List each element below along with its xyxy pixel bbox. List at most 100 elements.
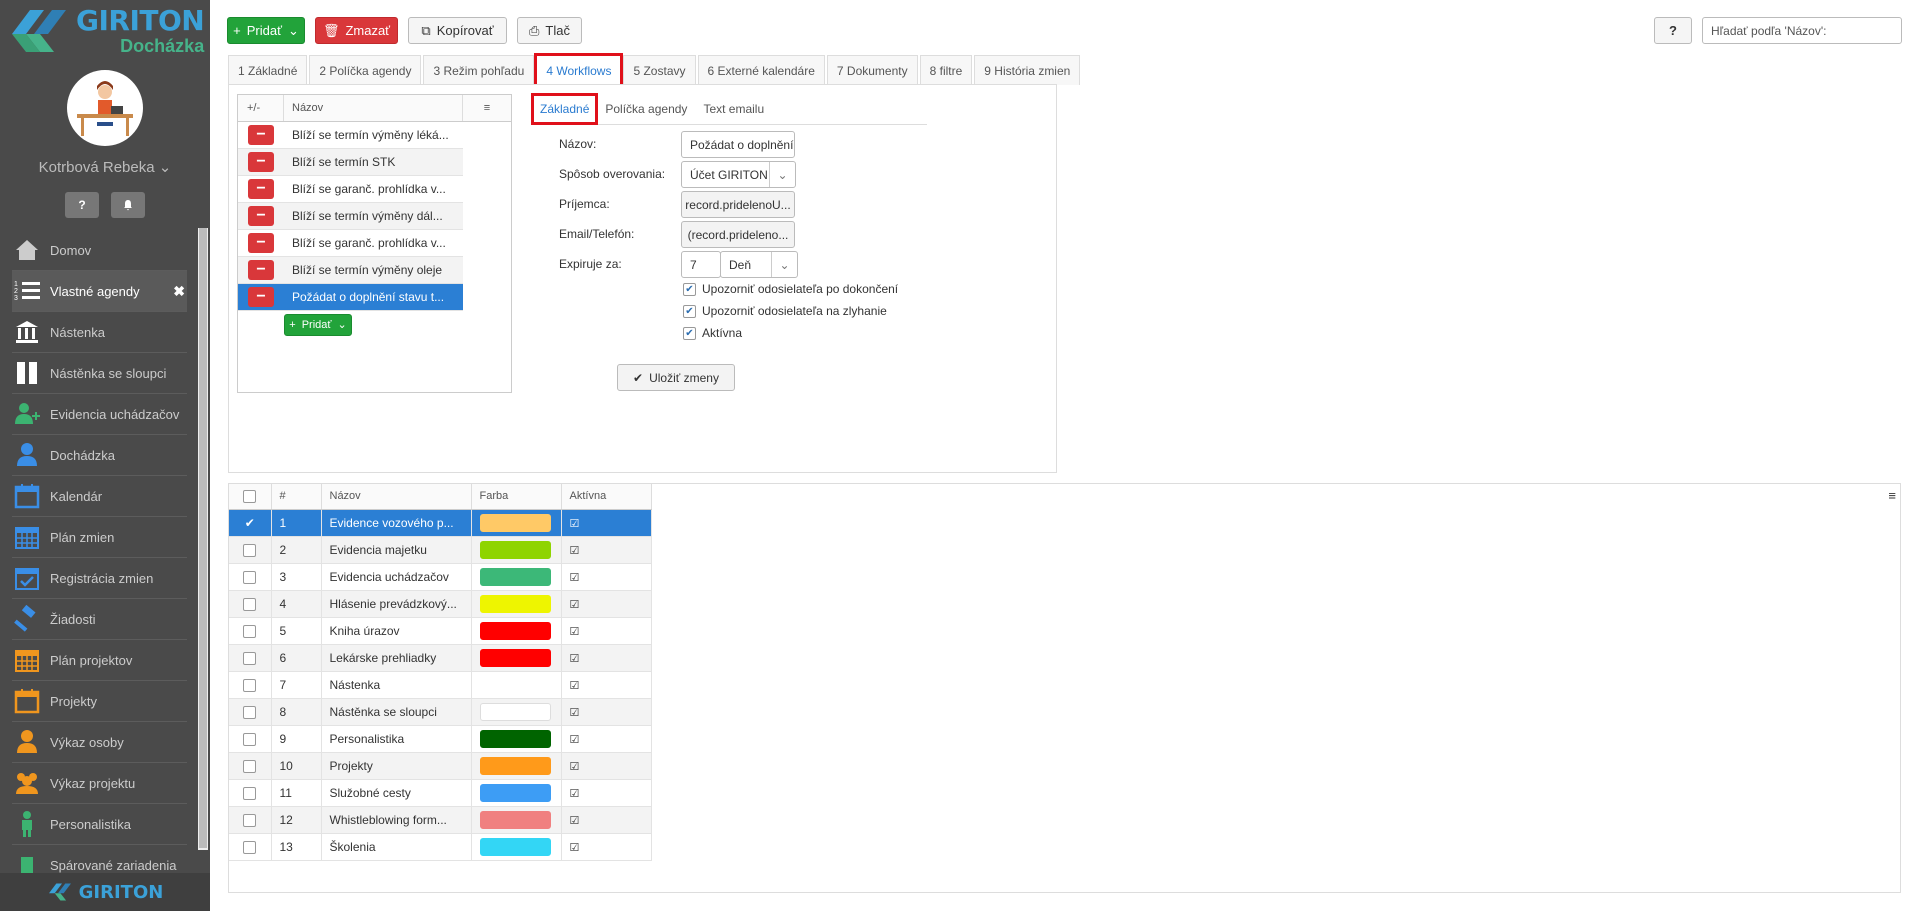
sidebar-item-13[interactable]: Výkaz osoby (12, 722, 187, 763)
subtab-3[interactable]: Text emailu (695, 94, 772, 124)
avatar[interactable] (67, 70, 143, 146)
name-input[interactable]: Požádat o doplnění sta (681, 131, 795, 158)
sidebar-item-5[interactable]: Evidencia uchádzačov (12, 394, 187, 435)
table-row[interactable]: 12 Whistleblowing form... ☑ (229, 806, 652, 834)
print-button[interactable]: ⎙ Tlač (517, 17, 582, 44)
notify-complete-checkbox[interactable]: ✔ Upozorniť odosielateľa po dokončení (683, 282, 898, 296)
row-checkbox[interactable] (243, 543, 257, 557)
help-button[interactable]: ? (65, 192, 99, 218)
table-row[interactable]: 7 Nástenka ☑ (229, 671, 652, 699)
tab-5[interactable]: 5 Zostavy (623, 55, 696, 85)
help-button-top[interactable]: ? (1654, 17, 1692, 44)
grid-header-number[interactable]: # (271, 484, 322, 510)
sidebar-item-14[interactable]: Výkaz projektu (12, 763, 187, 804)
copy-button[interactable]: ⧉ Kopírovať (408, 17, 507, 44)
remove-icon[interactable]: − (248, 233, 274, 253)
workflow-row[interactable]: − Blíží se garanč. prohlídka v... (238, 230, 463, 257)
table-row[interactable]: 11 Služobné cesty ☑ (229, 779, 652, 807)
sidebar-item-9[interactable]: Registrácia zmien (12, 558, 187, 599)
close-icon[interactable]: ✖ (173, 283, 185, 300)
sidebar-item-8[interactable]: Plán zmien (12, 517, 187, 558)
workflow-add-button[interactable]: + Pridať ⌄ (284, 313, 352, 336)
tab-8[interactable]: 8 filtre (919, 55, 973, 85)
sidebar-item-12[interactable]: Projekty (12, 681, 187, 722)
tab-7[interactable]: 7 Dokumenty (826, 55, 918, 85)
sidebar-item-1[interactable]: Domov (12, 230, 187, 271)
tab-1[interactable]: 1 Základné (228, 55, 308, 85)
grid-header-active[interactable]: Aktívna (561, 484, 652, 510)
search-input[interactable]: Hľadať podľa 'Názov': (1702, 17, 1902, 44)
grid-header-name[interactable]: Názov (321, 484, 472, 510)
logo[interactable]: GIRITON Docházka (0, 0, 210, 62)
row-checkbox[interactable]: ✔ (245, 516, 255, 530)
user-menu[interactable]: Kotrbová Rebeka ⌄ (0, 158, 210, 176)
remove-icon[interactable]: − (248, 152, 274, 172)
sidebar-item-2[interactable]: 1 2 3 Vlastné agendy ✖ (12, 271, 187, 312)
workflow-row[interactable]: − Požádat o doplnění stavu t... (238, 284, 463, 311)
sidebar-item-15[interactable]: Personalistika (12, 804, 187, 845)
sidebar-item-7[interactable]: Kalendár (12, 476, 187, 517)
subtab-1[interactable]: Základné (530, 93, 599, 125)
remove-icon[interactable]: − (248, 287, 274, 307)
workflow-col-name[interactable]: Názov (284, 95, 463, 121)
sidebar-item-10[interactable]: Žiadosti (12, 599, 187, 640)
column-menu-icon[interactable]: ≡ (463, 102, 511, 114)
row-checkbox[interactable] (243, 840, 257, 854)
delete-button[interactable]: 🗑 Zmazať (315, 17, 398, 44)
bell-icon[interactable] (111, 192, 145, 218)
expire-unit-select[interactable]: Deň ⌄ (720, 251, 798, 278)
table-row[interactable]: 9 Personalistika ☑ (229, 725, 652, 753)
row-checkbox[interactable] (243, 651, 257, 665)
row-checkbox[interactable] (243, 759, 257, 773)
row-checkbox[interactable] (243, 705, 257, 719)
grid-column-menu-icon[interactable]: ≡ (1888, 488, 1896, 503)
row-checkbox[interactable] (243, 624, 257, 638)
remove-icon[interactable]: − (248, 125, 274, 145)
row-checkbox[interactable] (243, 732, 257, 746)
tab-3[interactable]: 3 Režim pohľadu (423, 55, 535, 85)
workflow-row[interactable]: − Blíží se termín výměny léká... (238, 122, 463, 149)
table-row[interactable]: 8 Nástěnka se sloupci ☑ (229, 698, 652, 726)
workflow-row[interactable]: − Blíží se termín STK (238, 149, 463, 176)
workflow-row[interactable]: − Blíží se garanč. prohlídka v... (238, 176, 463, 203)
table-row[interactable]: 13 Školenia ☑ (229, 833, 652, 861)
sidebar-item-11[interactable]: Plán projektov (12, 640, 187, 681)
notify-fail-checkbox[interactable]: ✔ Upozorniť odosielateľa na zlyhanie (683, 304, 887, 318)
sidebar-item-3[interactable]: Nástenka (12, 312, 187, 353)
table-row[interactable]: 2 Evidencia majetku ☑ (229, 536, 652, 564)
table-row[interactable]: 6 Lekárske prehliadky ☑ (229, 644, 652, 672)
tab-6[interactable]: 6 Externé kalendáre (697, 55, 825, 85)
verify-select[interactable]: Účet GIRITON ⌄ (681, 161, 796, 188)
table-row[interactable]: 4 Hlásenie prevádzkový... ☑ (229, 590, 652, 618)
row-checkbox[interactable] (243, 813, 257, 827)
tab-4[interactable]: 4 Workflows (534, 53, 624, 87)
row-checkbox[interactable] (243, 570, 257, 584)
add-button[interactable]: + Pridať ⌄ (227, 17, 305, 44)
sidebar-scrollbar[interactable] (198, 228, 208, 850)
remove-icon[interactable]: − (248, 179, 274, 199)
row-checkbox[interactable] (243, 786, 257, 800)
row-checkbox[interactable] (243, 597, 257, 611)
sidebar-item-6[interactable]: Dochádzka (12, 435, 187, 476)
remove-icon[interactable]: − (248, 206, 274, 226)
table-row[interactable]: ✔ 1 Evidence vozového p... ☑ (229, 509, 652, 537)
expire-input[interactable]: 7 (681, 251, 721, 278)
remove-icon[interactable]: − (248, 260, 274, 280)
table-row[interactable]: 10 Projekty ☑ (229, 752, 652, 780)
table-row[interactable]: 5 Kniha úrazov ☑ (229, 617, 652, 645)
tab-9[interactable]: 9 História zmien (974, 55, 1081, 85)
workflow-row[interactable]: − Blíží se termín výměny oleje (238, 257, 463, 284)
tab-2[interactable]: 2 Políčka agendy (309, 55, 422, 85)
select-all-checkbox[interactable] (229, 484, 272, 510)
subtab-2[interactable]: Políčka agendy (597, 94, 695, 124)
workflow-row[interactable]: − Blíží se termín výměny dál... (238, 203, 463, 230)
recipient-button[interactable]: record.pridelenoU... (681, 191, 795, 218)
grid-header-color[interactable]: Farba (471, 484, 562, 510)
save-button[interactable]: ✔ Uložiť zmeny (617, 364, 735, 391)
table-row[interactable]: 3 Evidencia uchádzačov ☑ (229, 563, 652, 591)
row-name: Služobné cesty (321, 779, 472, 807)
sidebar-item-4[interactable]: Nástěnka se sloupci (12, 353, 187, 394)
row-checkbox[interactable] (243, 678, 257, 692)
active-checkbox[interactable]: ✔ Aktívna (683, 326, 742, 340)
email-button[interactable]: (record.prideleno... (681, 221, 795, 248)
